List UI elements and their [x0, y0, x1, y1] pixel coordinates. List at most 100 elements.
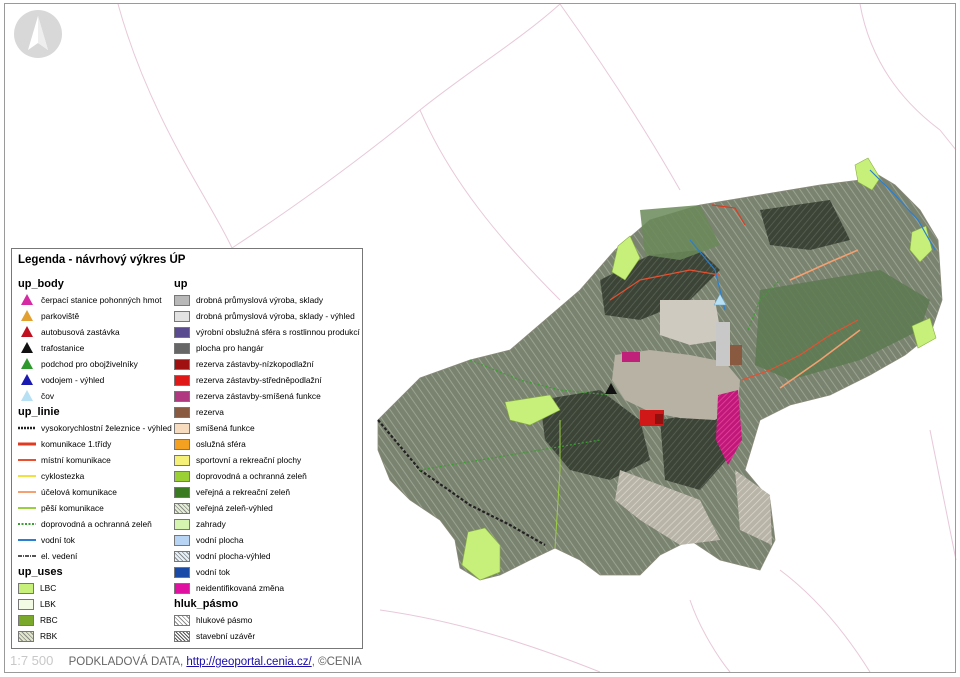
color-swatch [174, 326, 190, 338]
legend-item-up-body: čov [18, 388, 178, 404]
legend-item-label: drobná průmyslová výroba, sklady [196, 295, 324, 305]
legend-item-label: RBK [40, 631, 58, 641]
legend-item-up-linie: komunikace 1.třídy [18, 436, 178, 452]
legend-item-label: veřejná a rekreační zeleň [196, 487, 291, 497]
legend-list-up-linie: vysokorychlostní železnice - výhled komun… [18, 420, 178, 564]
legend-item-label: autobusová zastávka [41, 327, 120, 337]
color-swatch [174, 374, 190, 386]
legend-item-label: vodní plocha [196, 535, 244, 545]
field-green-east [755, 270, 930, 380]
legend-item-up-linie: účelová komunikace [18, 484, 178, 500]
legend-section-up-body: up_body [18, 278, 64, 290]
line-symbol [18, 454, 36, 466]
triangle-icon [18, 358, 36, 370]
legend-item-label: veřejná zeleň-výhled [196, 503, 273, 513]
source-suffix: , ©CENIA [311, 656, 362, 668]
legend-item-label: hlukové pásmo [196, 615, 253, 625]
line-symbol [18, 534, 36, 546]
legend-item-up: vodní tok [174, 564, 362, 580]
color-swatch [174, 358, 190, 370]
legend-item-label: vysokorychlostní železnice - výhled [41, 423, 172, 433]
legend-item-label: rezerva zástavby-smíšená funkce [196, 391, 321, 401]
legend-item-up: smíšená funkce [174, 420, 362, 436]
line-symbol [18, 422, 36, 434]
legend-item-label: el. vedení [41, 551, 78, 561]
color-swatch [174, 294, 190, 306]
color-swatch [174, 342, 190, 354]
triangle-icon [18, 326, 36, 338]
legend-item-label: drobná průmyslová výroba, sklady - výhle… [196, 311, 355, 321]
legend-item-up-body: čerpací stanice pohonných hmot [18, 292, 178, 308]
triangle-icon [18, 390, 36, 402]
legend-item-label: RBC [40, 615, 58, 625]
triangle-icon [18, 294, 36, 306]
color-swatch [174, 502, 190, 514]
color-swatch [174, 454, 190, 466]
triangle-icon [18, 310, 36, 322]
legend-item-label: pěší komunikace [41, 503, 104, 513]
color-swatch [174, 518, 190, 530]
legend-item-up: rezerva [174, 404, 362, 420]
map-legend: Legenda - návrhový výkres ÚP up_body čer… [11, 248, 363, 649]
legend-item-up-uses: LBC [18, 580, 178, 596]
color-swatch [174, 534, 190, 546]
legend-item-up: oslužná sféra [174, 436, 362, 452]
legend-item-up: plocha pro hangár [174, 340, 362, 356]
legend-item-label: vodní tok [41, 535, 75, 545]
legend-list-hluk-pasmo: hlukové pásmo stavební uzávěr [174, 612, 362, 644]
line-symbol [18, 438, 36, 450]
line-symbol [18, 550, 36, 562]
legend-item-up-linie: pěší komunikace [18, 500, 178, 516]
legend-item-label: oslužná sféra [196, 439, 246, 449]
legend-item-label: doprovodná a ochranná zeleň [196, 471, 307, 481]
legend-list-up: drobná průmyslová výroba, sklady drobná p… [174, 292, 362, 596]
line-symbol [18, 486, 36, 498]
source-link[interactable]: http://geoportal.cenia.cz/ [186, 656, 311, 668]
legend-item-up: drobná průmyslová výroba, sklady [174, 292, 362, 308]
legend-item-label: vodojem - výhled [41, 375, 105, 385]
legend-item-up-linie: cyklostezka [18, 468, 178, 484]
line-symbol [18, 518, 36, 530]
legend-item-label: doprovodná a ochranná zeleň [41, 519, 152, 529]
triangle-icon [18, 374, 36, 386]
legend-item-label: rezerva zástavby-nízkopodlažní [196, 359, 314, 369]
legend-item-up: veřejná a rekreační zeleň [174, 484, 362, 500]
legend-item-up: rezerva zástavby-smíšená funkce [174, 388, 362, 404]
color-swatch [174, 550, 190, 562]
legend-item-up-body: parkoviště [18, 308, 178, 324]
legend-item-label: rezerva zástavby-středněpodlažní [196, 375, 322, 385]
zoning-territory [377, 157, 943, 581]
legend-item-hluk-pasmo: hlukové pásmo [174, 612, 362, 628]
legend-item-up-body: vodojem - výhled [18, 372, 178, 388]
legend-item-label: zahrady [196, 519, 226, 529]
color-swatch [174, 470, 190, 482]
legend-item-label: vodní tok [196, 567, 230, 577]
color-swatch [174, 566, 190, 578]
legend-item-up-body: podchod pro obojživelníky [18, 356, 178, 372]
legend-item-label: LBK [40, 599, 56, 609]
legend-item-up: veřejná zeleň-výhled [174, 500, 362, 516]
legend-item-up-uses: LBK [18, 596, 178, 612]
color-swatch [18, 614, 34, 626]
hangar-plot [716, 322, 730, 366]
legend-item-label: čerpací stanice pohonných hmot [41, 295, 162, 305]
color-swatch [18, 630, 34, 642]
legend-item-label: parkoviště [41, 311, 80, 321]
color-swatch [174, 614, 190, 626]
legend-item-up: vodní plocha-výhled [174, 548, 362, 564]
legend-item-up: zahrady [174, 516, 362, 532]
legend-item-up: rezerva zástavby-nízkopodlažní [174, 356, 362, 372]
north-arrow-icon [14, 10, 62, 58]
legend-list-up-uses: LBC LBK RBC RBK [18, 580, 178, 644]
legend-item-label: místní komunikace [41, 455, 111, 465]
legend-list-up-body: čerpací stanice pohonných hmot parkoviště… [18, 292, 178, 404]
legend-item-label: neidentifikovaná změna [196, 583, 284, 593]
legend-item-label: výrobní obslužná sféra s rostlinnou prod… [196, 327, 360, 337]
color-swatch [174, 310, 190, 322]
legend-item-up: doprovodná a ochranná zeleň [174, 468, 362, 484]
legend-item-label: vodní plocha-výhled [196, 551, 271, 561]
color-swatch [174, 486, 190, 498]
legend-section-up: up [174, 278, 188, 290]
mixed-use-magenta [622, 352, 640, 362]
legend-item-label: podchod pro obojživelníky [41, 359, 138, 369]
